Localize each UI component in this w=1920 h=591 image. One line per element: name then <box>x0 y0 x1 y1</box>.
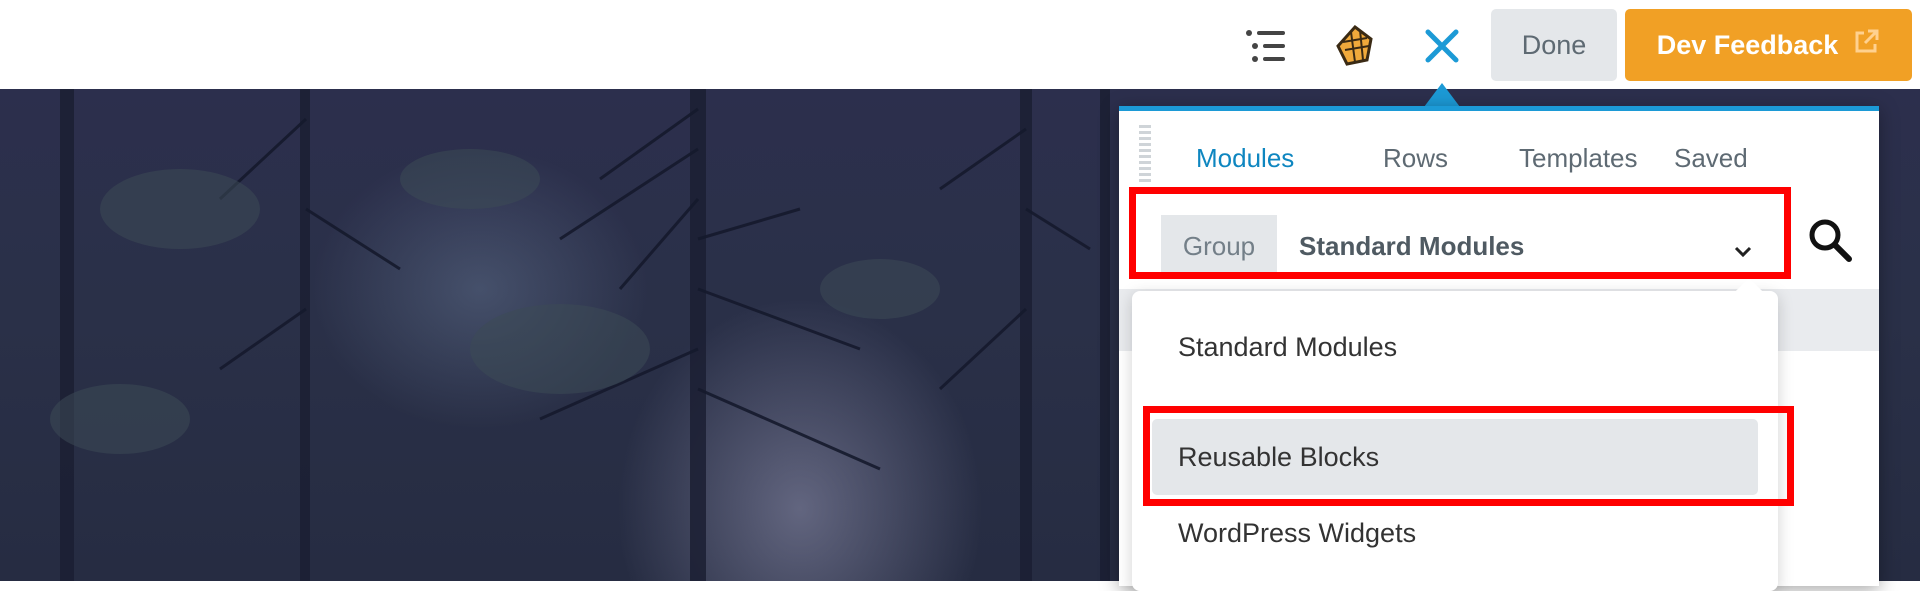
chevron-down-icon <box>1733 235 1753 266</box>
search-icon[interactable] <box>1805 215 1855 265</box>
dropdown-option-standard-modules[interactable]: Standard Modules <box>1152 309 1758 385</box>
tab-modules[interactable]: Modules <box>1196 143 1294 174</box>
dev-feedback-label: Dev Feedback <box>1656 29 1839 60</box>
panel-tabs: Modules Rows Templates Saved <box>1119 143 1879 183</box>
group-select[interactable]: Standard Modules <box>1277 215 1777 277</box>
group-dropdown-menu: Standard Modules Reusable Blocks WordPre… <box>1132 291 1778 591</box>
tab-rows[interactable]: Rows <box>1383 143 1448 174</box>
list-outline-icon[interactable] <box>1242 22 1290 70</box>
close-icon[interactable] <box>1418 22 1466 70</box>
dropdown-option-reusable-blocks[interactable]: Reusable Blocks <box>1152 419 1758 495</box>
dropdown-option-wordpress-widgets[interactable]: WordPress Widgets <box>1152 495 1758 571</box>
external-link-icon <box>1852 28 1880 63</box>
top-toolbar: Done Dev Feedback <box>0 0 1920 89</box>
group-selected-value: Standard Modules <box>1299 230 1525 261</box>
dev-feedback-button[interactable]: Dev Feedback <box>1625 9 1912 81</box>
group-label: Group <box>1161 215 1277 277</box>
tab-saved[interactable]: Saved <box>1674 143 1748 174</box>
content-panel: Modules Rows Templates Saved Group Stand… <box>1119 106 1879 591</box>
done-button[interactable]: Done <box>1491 9 1617 81</box>
assistant-icon[interactable] <box>1331 22 1379 70</box>
group-selector: Group Standard Modules <box>1141 203 1774 279</box>
panel-pointer <box>1424 83 1460 107</box>
done-button-label: Done <box>1521 29 1587 60</box>
tab-templates[interactable]: Templates <box>1519 143 1638 174</box>
